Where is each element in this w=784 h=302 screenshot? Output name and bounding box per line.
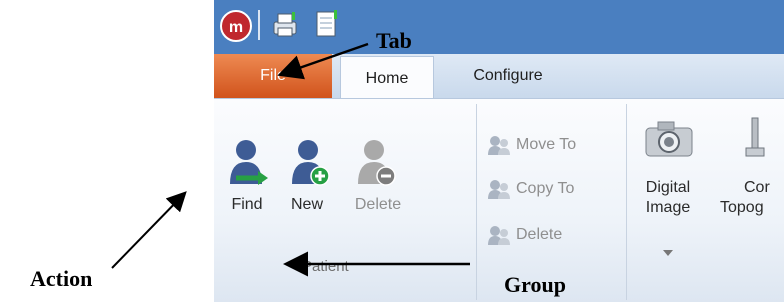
annotation-group: Group xyxy=(504,272,566,297)
annotation-tab: Tab xyxy=(376,28,412,53)
tab-arrow xyxy=(277,42,369,80)
action-arrow xyxy=(111,191,187,269)
annotation-action: Action xyxy=(30,266,93,291)
